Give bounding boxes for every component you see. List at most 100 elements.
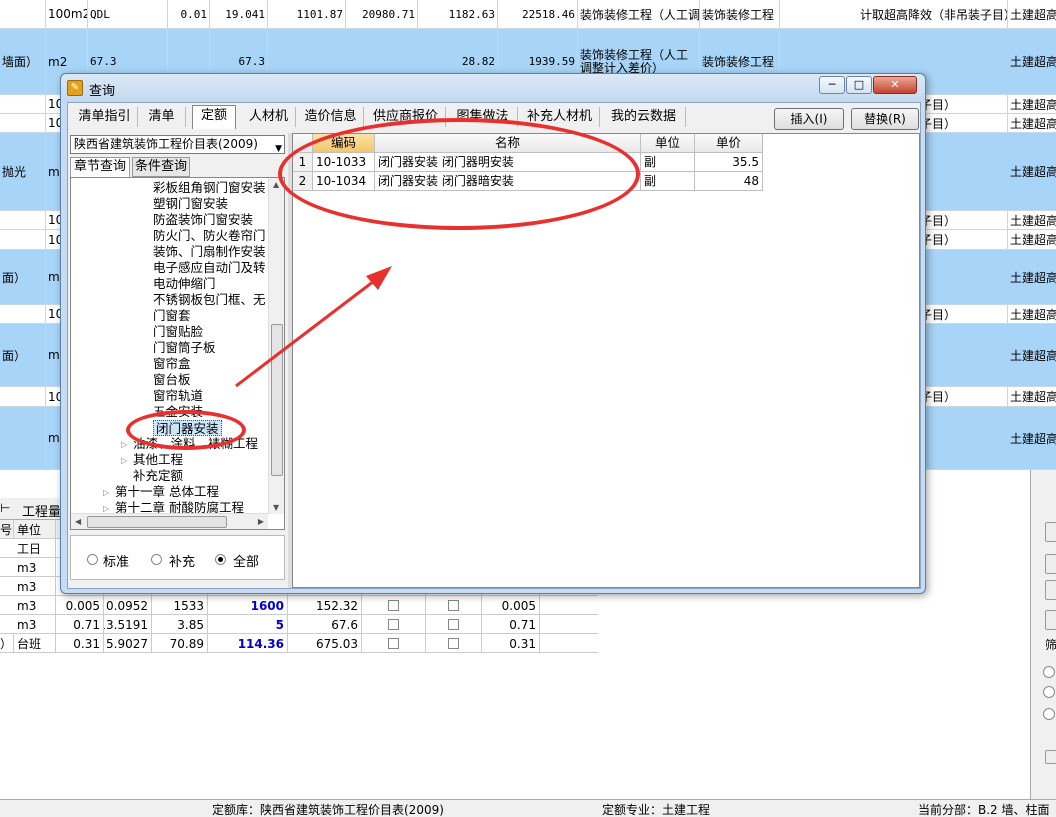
tree-node[interactable]: 窗台板 [153,372,191,388]
tab-quota[interactable]: 定额 [192,105,236,129]
radio-all-label: 全部 [233,555,260,570]
background-cell: 土建超高 [1008,305,1056,323]
grid-cell-code[interactable]: 10-1033 [313,153,375,172]
dialog-titlebar[interactable]: ✎ 查询 ─ □ ✕ [61,74,925,102]
grid-cell-unit[interactable]: 副 [641,172,695,191]
side-button-3[interactable] [1045,580,1056,600]
grid-cell-code[interactable]: 10-1034 [313,172,375,191]
lower-tab-left[interactable]: ⊢ [0,501,18,515]
col-header-price[interactable]: 单价 [695,134,763,153]
tab-bill-guide[interactable]: 清单指引 [72,107,138,127]
lower-row-value: 0.005 [482,596,540,615]
lower-row-value: 0.005 [56,596,104,615]
scroll-right-icon[interactable]: ▶ [258,517,264,526]
checkbox[interactable] [388,600,399,611]
tab-price-info[interactable]: 造价信息 [298,107,364,127]
radio-all[interactable] [215,554,226,565]
tree-node[interactable]: 装饰、门扇制作安装 [153,244,266,260]
scroll-down-icon[interactable]: ▼ [273,503,279,512]
tab-supplement-materials[interactable]: 补充人材机 [520,107,600,127]
tree-node[interactable]: 门窗贴脸 [153,324,203,340]
insert-button[interactable]: 插入(I) [774,108,844,130]
tree-horizontal-scrollbar[interactable]: ◀ ▶ [71,513,268,529]
background-cell [0,211,46,229]
tree-node[interactable]: 电子感应自动门及转 [153,260,266,276]
tree-node[interactable]: 门窗筒子板 [153,340,216,356]
side-checkbox[interactable] [1045,750,1056,764]
checkbox[interactable] [448,619,459,630]
side-radio-3[interactable] [1043,708,1055,720]
lower-row-unit: m3 [14,558,56,577]
grid-cell-unit[interactable]: 副 [641,153,695,172]
lower-row-unit: 台班 [14,634,56,653]
subtab-condition-query[interactable]: 条件查询 [132,157,190,177]
radio-supplement[interactable] [151,554,162,565]
grid-corner [293,134,313,153]
maximize-icon[interactable]: □ [846,76,872,94]
grid-cell-name[interactable]: 闭门器安装 闭门器明安装 [375,153,641,172]
side-button-2[interactable] [1045,554,1056,574]
lower-row-value: 675.03 [288,634,362,653]
tree-node[interactable]: 闭门器安装 [153,420,222,436]
checkbox[interactable] [388,638,399,649]
background-cell: 0.01 [168,0,210,28]
grid-cell-name[interactable]: 闭门器安装 闭门器暗安装 [375,172,641,191]
col-header-unit[interactable]: 单位 [641,134,695,153]
tab-my-cloud-data[interactable]: 我的云数据 [602,107,686,127]
background-cell: 1182.63 [418,0,498,28]
tree-expand-icon[interactable]: ▷ [121,456,127,465]
checkbox[interactable] [448,638,459,649]
dialog-tabs: 清单指引 清单 定额 人材机 造价信息 供应商报价 图集做法 补充人材机 我的云… [68,103,920,130]
tree-node[interactable]: 防火门、防火卷帘门 [153,228,266,244]
tree-node[interactable]: 不锈钢板包门框、无 [153,292,266,308]
side-radio-2[interactable] [1043,686,1055,698]
tree-node[interactable]: 防盗装饰门窗安装 [153,212,253,228]
radio-standard[interactable] [87,554,98,565]
tree-node[interactable]: 五金安装 [153,404,203,420]
checkbox[interactable] [448,600,459,611]
tree-node[interactable]: 补充定额 [133,468,183,484]
side-button-4[interactable] [1045,610,1056,630]
lower-row-market-price[interactable]: 1600 [208,596,288,615]
tree-node[interactable]: 窗帘轨道 [153,388,203,404]
tree-node[interactable]: 窗帘盒 [153,356,191,372]
tab-supplier-quote[interactable]: 供应商报价 [366,107,446,127]
scroll-left-icon[interactable]: ◀ [75,517,81,526]
lower-row-market-price[interactable]: 5 [208,615,288,634]
tree-expand-icon[interactable]: ▷ [103,488,109,497]
grid-cell-price[interactable]: 48 [695,172,763,191]
tree-expand-icon[interactable]: ▷ [103,504,109,513]
tree-node[interactable]: 塑钢门窗安装 [153,196,228,212]
tree-node[interactable]: 第十一章 总体工程 [115,484,219,500]
background-cell: 土建超高 [1008,133,1056,210]
minimize-icon[interactable]: ─ [819,76,845,94]
col-header-name[interactable]: 名称 [375,134,641,153]
tree-node[interactable]: 门窗套 [153,308,191,324]
background-cell: 面） [0,250,46,304]
tree-horizontal-thumb[interactable] [87,516,227,528]
tab-materials[interactable]: 人材机 [242,107,296,127]
tree-expand-icon[interactable]: ▷ [121,440,127,449]
side-button-1[interactable] [1045,522,1056,542]
grid-cell-price[interactable]: 35.5 [695,153,763,172]
tab-atlas-method[interactable]: 图集做法 [448,107,518,127]
tab-bill[interactable]: 清单 [138,107,186,127]
scroll-up-icon[interactable]: ▲ [273,180,279,189]
side-radio-1[interactable] [1043,666,1055,678]
subtab-chapter-query[interactable]: 章节查询 [70,157,130,177]
col-header-code[interactable]: 编码 [313,134,375,153]
library-select[interactable]: 陕西省建筑装饰工程价目表(2009) ▼ [70,135,285,154]
replace-button[interactable]: 替换(R) [851,108,919,130]
lower-row-market-price[interactable]: 114.36 [208,634,288,653]
tree-vertical-scrollbar[interactable]: ▲ ▼ [268,178,284,514]
grid-row-number[interactable]: 2 [293,172,313,191]
tree-node[interactable]: 电动伸缩门 [153,276,216,292]
tree-node[interactable]: 彩板组角钢门窗安装 [153,180,266,196]
tree-node[interactable]: 其他工程 [133,452,183,468]
tree-vertical-thumb[interactable] [271,324,283,476]
tab-quantity[interactable]: 工程量 [22,501,61,520]
close-icon[interactable]: ✕ [873,76,917,94]
checkbox[interactable] [388,619,399,630]
tree-node[interactable]: 油漆、涂料、裱糊工程 [133,436,258,452]
grid-row-number[interactable]: 1 [293,153,313,172]
